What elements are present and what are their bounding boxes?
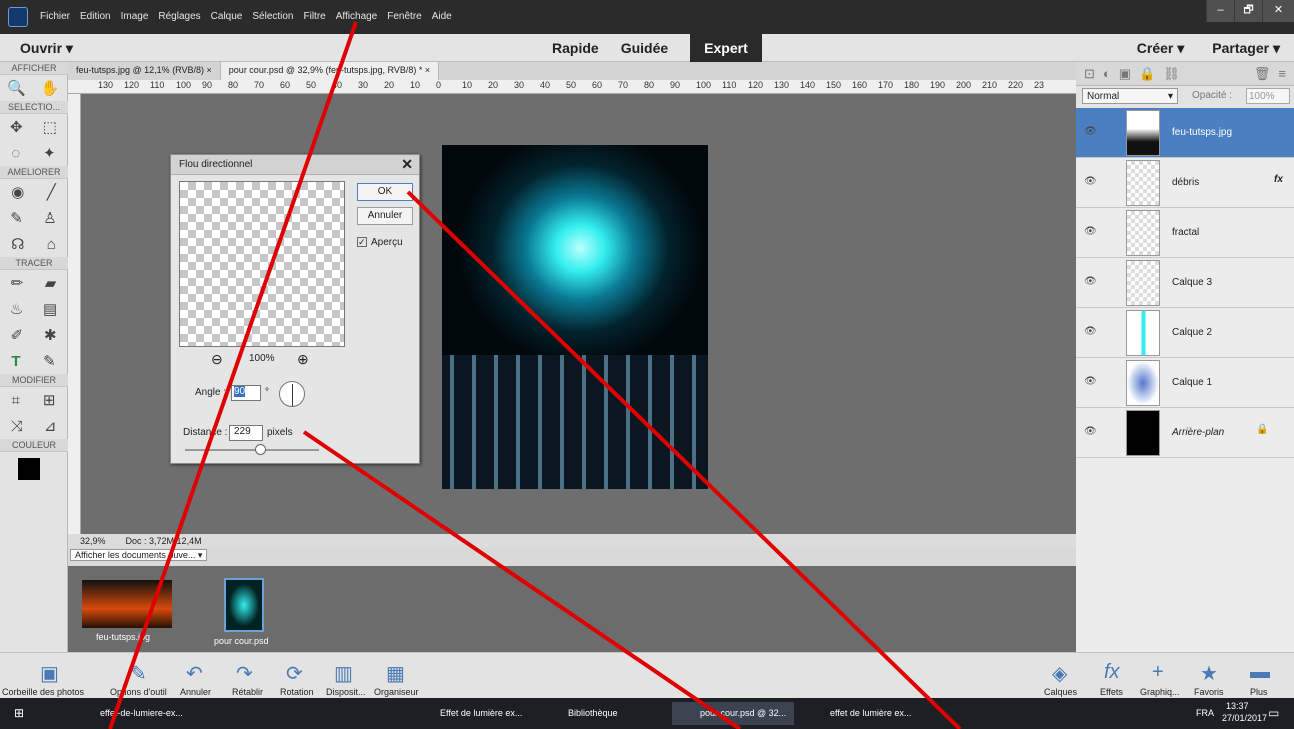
annotation-line-filter <box>108 21 358 729</box>
annotation-overlay <box>108 21 962 729</box>
annotation-line-distance <box>302 430 742 729</box>
annotation-line-ok <box>406 190 962 729</box>
